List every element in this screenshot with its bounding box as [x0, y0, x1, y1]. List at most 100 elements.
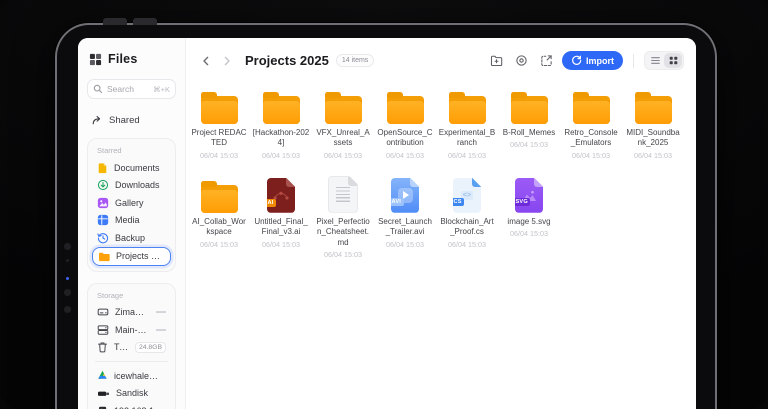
import-button[interactable]: Import [562, 51, 623, 70]
folder-icon [262, 92, 300, 124]
shared-icon [91, 114, 103, 126]
file-item[interactable]: AVI Secret_Launch_Trailer.avi 06/04 15:03 [374, 173, 436, 259]
folder-icon [98, 251, 110, 262]
file-date: 06/04 15:03 [262, 239, 300, 249]
indicator-led [65, 277, 69, 280]
tablet-frame: Files Search ⌘+K Shared Starred Document… [55, 18, 717, 409]
sidebar-item-shared[interactable]: Shared [87, 110, 176, 130]
sidebar-item-downloads[interactable]: Downloads [92, 177, 171, 195]
file-item[interactable]: <> CS Blockchain_Art_Proof.cs 06/04 15:03 [436, 173, 498, 259]
divider [633, 53, 634, 68]
file-date: 06/04 15:03 [510, 229, 548, 239]
file-item[interactable]: B-Roll_Memes 06/04 15:03 [498, 84, 560, 160]
file-name: B-Roll_Memes [502, 128, 556, 137]
drives-icon [97, 324, 109, 336]
file-item[interactable]: MIDI_Soundbank_2025 06/04 15:03 [622, 84, 684, 160]
file-item[interactable]: AI Untitled_Final_Final_v3.ai 06/04 15:03 [250, 173, 312, 259]
nav-forward-button[interactable] [220, 54, 234, 68]
file-item[interactable]: VFX_Unreal_Assets 06/04 15:03 [312, 84, 374, 160]
ai-file-icon: AI [267, 178, 295, 213]
folder-icon [200, 92, 238, 124]
sensor-dot [66, 259, 69, 262]
file-name: image 5.svg [507, 216, 551, 226]
file-item[interactable]: AI_Collab_Workspace 06/04 15:03 [188, 173, 250, 259]
sidebar: Files Search ⌘+K Shared Starred Document… [78, 38, 186, 409]
grid-view-icon[interactable] [664, 53, 682, 68]
file-name: Untitled_Final_Final_v3.ai [254, 216, 308, 237]
file-name: Blockchain_Art_Proof.cs [440, 216, 494, 237]
app-window: Files Search ⌘+K Shared Starred Document… [78, 38, 696, 409]
main-content: Projects 2025 14 items Import Project RE… [186, 38, 696, 409]
file-item[interactable]: Retro_Console_Emulators 06/04 15:03 [560, 84, 622, 160]
app-grid-icon[interactable] [89, 53, 102, 66]
file-name: Retro_Console_Emulators [564, 128, 618, 148]
folder-icon [324, 92, 362, 124]
shared-label: Shared [109, 114, 140, 126]
file-name: Secret_Launch_Trailer.avi [378, 216, 432, 237]
file-name: Project REDACTED [191, 128, 247, 148]
search-icon [93, 84, 103, 94]
sidebar-item-media[interactable]: Media [92, 212, 171, 230]
new-folder-icon[interactable] [487, 52, 505, 70]
sidebar-item-zimaos-hd[interactable]: ZimaOS HD [92, 304, 171, 322]
folder-icon [510, 92, 548, 124]
file-date: 06/04 15:03 [572, 150, 610, 160]
file-item[interactable]: SVG image 5.svg 06/04 15:03 [498, 173, 560, 259]
file-item[interactable]: Experimental_Branch 06/04 15:03 [436, 84, 498, 160]
item-count-badge: 14 items [335, 54, 375, 67]
status-circle-icon[interactable] [512, 52, 530, 70]
sidebar-item-documents[interactable]: Documents [92, 159, 171, 177]
google-drive-icon [97, 370, 108, 381]
folder-icon [634, 92, 672, 124]
cs-file-icon: <> CS [453, 178, 481, 213]
file-item[interactable]: Project REDACTED 06/04 15:03 [188, 84, 250, 160]
file-name: VFX_Unreal_Assets [316, 128, 370, 148]
file-type-badge: CS [451, 198, 464, 206]
move-out-icon[interactable] [537, 52, 555, 70]
search-placeholder: Search [107, 84, 134, 94]
search-input[interactable]: Search ⌘+K [87, 79, 176, 99]
file-date: 06/04 15:03 [262, 150, 300, 160]
sidebar-item-icewhale-gmail-com[interactable]: icewhale@gmail.com [92, 367, 171, 385]
file-date: 06/04 15:03 [448, 150, 486, 160]
file-type-badge: AVI [389, 198, 404, 206]
folder-icon [200, 180, 238, 213]
document-icon [97, 162, 108, 174]
file-date: 06/04 15:03 [510, 140, 548, 150]
starred-panel: Starred Documents Downloads Gallery Media Ba… [87, 138, 176, 272]
file-date: 06/04 15:03 [448, 239, 486, 249]
drag-handle-icon[interactable] [156, 328, 166, 331]
front-camera-dot [64, 306, 71, 313]
file-name: MIDI_Soundbank_2025 [626, 128, 680, 148]
drag-handle-icon[interactable] [156, 311, 166, 314]
file-name: Experimental_Branch [438, 128, 496, 148]
sidebar-item-192-168-10-10[interactable]: 192.168.10.10 [92, 402, 171, 409]
file-name: OpenSource_Contribution [377, 128, 433, 148]
usb-stick-icon [97, 388, 110, 399]
file-date: 06/04 15:03 [634, 150, 672, 160]
sidebar-item-backup[interactable]: Backup [92, 229, 171, 247]
storage-panel: Storage ZimaOS HDMain-StorageTrash24.8GB… [87, 282, 176, 409]
sidebar-item-projects-2025[interactable]: Projects 2025 [92, 246, 171, 266]
file-name: Pixel_Perfection_Cheatsheet.md [316, 216, 370, 247]
list-view-icon[interactable] [646, 53, 664, 68]
sidebar-item-main-storage[interactable]: Main-Storage [92, 321, 171, 339]
file-item[interactable]: OpenSource_Contribution 06/04 15:03 [374, 84, 436, 160]
file-date: 06/04 15:03 [386, 150, 424, 160]
gallery-icon [97, 197, 109, 209]
sidebar-item-sandisk[interactable]: Sandisk [92, 385, 171, 403]
starred-section-label: Starred [97, 146, 122, 155]
file-item[interactable]: Pixel_Perfection_Cheatsheet.md 06/04 15:0… [312, 173, 374, 259]
trash-icon [97, 341, 108, 353]
folder-icon [448, 92, 486, 124]
page-background: Files Search ⌘+K Shared Starred Document… [0, 0, 768, 409]
sync-icon [571, 55, 582, 66]
sidebar-item-gallery[interactable]: Gallery [92, 194, 171, 212]
folder-icon [572, 92, 610, 124]
sidebar-item-trash[interactable]: Trash24.8GB [92, 339, 171, 357]
nav-back-button[interactable] [199, 54, 213, 68]
file-date: 06/04 15:03 [386, 239, 424, 249]
page-title: Projects 2025 [245, 53, 329, 68]
file-item[interactable]: [Hackathon-2024] 06/04 15:03 [250, 84, 312, 160]
backup-icon [97, 232, 109, 244]
